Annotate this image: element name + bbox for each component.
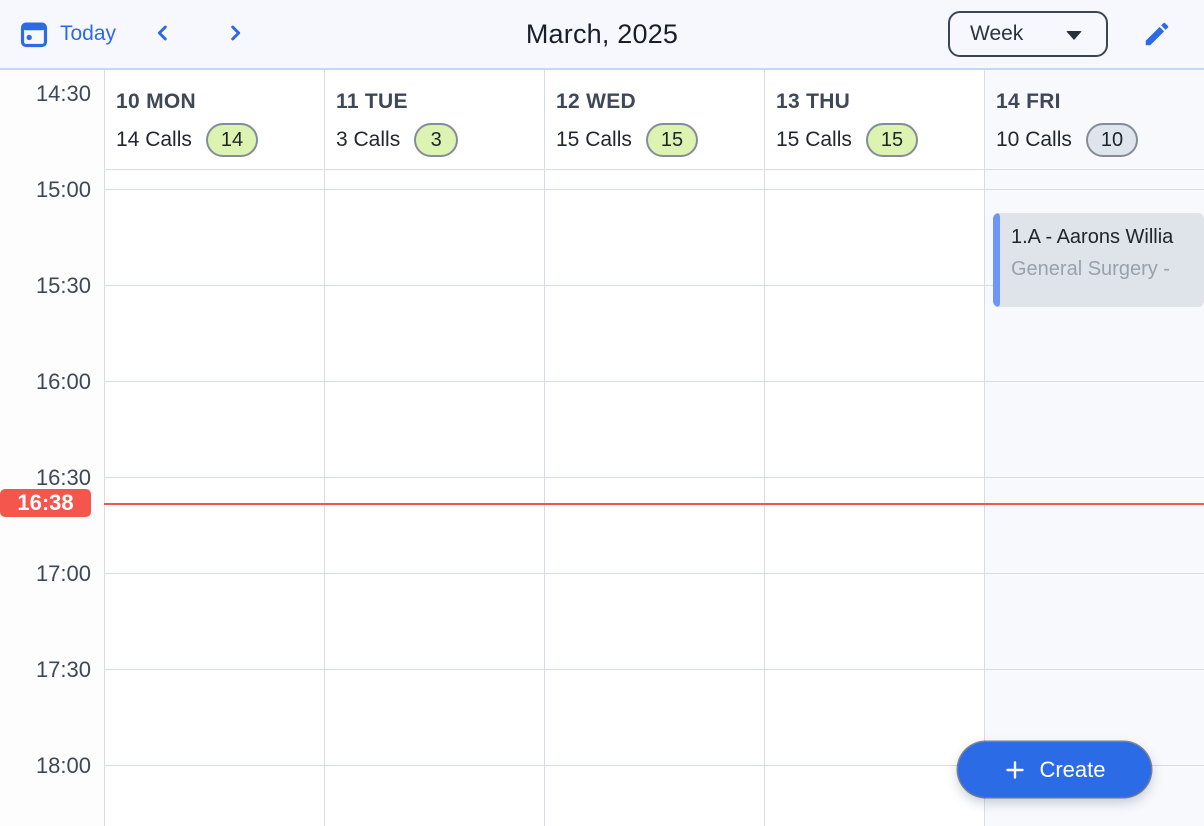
day-header: 11 TUE 3 Calls 3 <box>325 70 544 170</box>
chevron-left-icon[interactable] <box>148 18 178 51</box>
day-column-monday: 10 MON 14 Calls 14 <box>104 70 324 826</box>
today-button[interactable]: Today <box>18 18 116 50</box>
day-title: 12 WED <box>556 90 756 114</box>
time-label: 17:00 <box>36 560 91 588</box>
plus-icon <box>1003 758 1027 782</box>
calls-count-badge: 15 <box>646 123 698 157</box>
topbar-right-group: Week <box>948 11 1204 57</box>
day-stats: 14 Calls 14 <box>116 123 316 157</box>
time-label: 14:30 <box>36 80 91 108</box>
calls-text: 14 Calls <box>116 128 192 152</box>
view-mode-value: Week <box>970 22 1023 46</box>
caret-down-icon <box>1066 31 1082 40</box>
pencil-icon[interactable] <box>1142 19 1172 49</box>
event-title: 1.A - Aarons Willia <box>1011 226 1200 249</box>
day-stats: 3 Calls 3 <box>336 123 536 157</box>
topbar-left-group: Today <box>0 18 250 51</box>
time-label: 16:00 <box>36 368 91 396</box>
topbar: Today March, 2025 Week <box>0 0 1204 70</box>
day-header: 14 FRI 10 Calls 10 <box>985 70 1204 170</box>
calls-text: 15 Calls <box>556 128 632 152</box>
view-mode-select[interactable]: Week <box>948 11 1108 57</box>
calls-count-badge: 3 <box>414 123 458 157</box>
day-columns: 10 MON 14 Calls 14 11 TUE 3 Calls 3 12 W… <box>104 70 1204 826</box>
calls-text: 15 Calls <box>776 128 852 152</box>
day-title: 14 FRI <box>996 90 1196 114</box>
calendar-week-view: 14:30 15:00 15:30 16:00 16:30 17:00 17:3… <box>0 70 1204 826</box>
day-title: 11 TUE <box>336 90 536 114</box>
day-header: 12 WED 15 Calls 15 <box>545 70 764 170</box>
day-column-friday: 14 FRI 10 Calls 10 <box>984 70 1204 826</box>
current-time-line <box>104 503 1204 505</box>
day-stats: 15 Calls 15 <box>556 123 756 157</box>
create-button-label: Create <box>1039 757 1105 783</box>
day-grid-cells[interactable] <box>105 170 324 826</box>
day-grid-cells[interactable] <box>545 170 764 826</box>
day-title: 13 THU <box>776 90 976 114</box>
time-label: 16:30 <box>36 464 91 492</box>
calls-text: 3 Calls <box>336 128 400 152</box>
calls-count-badge: 15 <box>866 123 918 157</box>
calls-count-badge: 10 <box>1086 123 1138 157</box>
event-card[interactable]: 1.A - Aarons Willia General Surgery - <box>993 213 1204 307</box>
day-header: 10 MON 14 Calls 14 <box>105 70 324 170</box>
day-stats: 15 Calls 15 <box>776 123 976 157</box>
create-button[interactable]: Create <box>958 742 1151 797</box>
day-title: 10 MON <box>116 90 316 114</box>
time-gutter: 14:30 15:00 15:30 16:00 16:30 17:00 17:3… <box>0 70 104 826</box>
day-header: 13 THU 15 Calls 15 <box>765 70 984 170</box>
time-label: 18:00 <box>36 752 91 780</box>
day-column-wednesday: 12 WED 15 Calls 15 <box>544 70 764 826</box>
time-label: 15:30 <box>36 272 91 300</box>
time-label: 15:00 <box>36 176 91 204</box>
event-subtitle: General Surgery - <box>1011 258 1200 281</box>
calls-text: 10 Calls <box>996 128 1072 152</box>
day-grid-cells[interactable] <box>765 170 984 826</box>
current-time-badge: 16:38 <box>0 489 91 517</box>
calls-count-badge: 14 <box>206 123 258 157</box>
day-stats: 10 Calls 10 <box>996 123 1196 157</box>
day-column-tuesday: 11 TUE 3 Calls 3 <box>324 70 544 826</box>
today-button-label: Today <box>60 22 116 46</box>
day-column-thursday: 13 THU 15 Calls 15 <box>764 70 984 826</box>
calendar-icon <box>18 18 50 50</box>
day-grid-cells[interactable] <box>325 170 544 826</box>
time-label: 17:30 <box>36 656 91 684</box>
chevron-right-icon[interactable] <box>220 18 250 51</box>
